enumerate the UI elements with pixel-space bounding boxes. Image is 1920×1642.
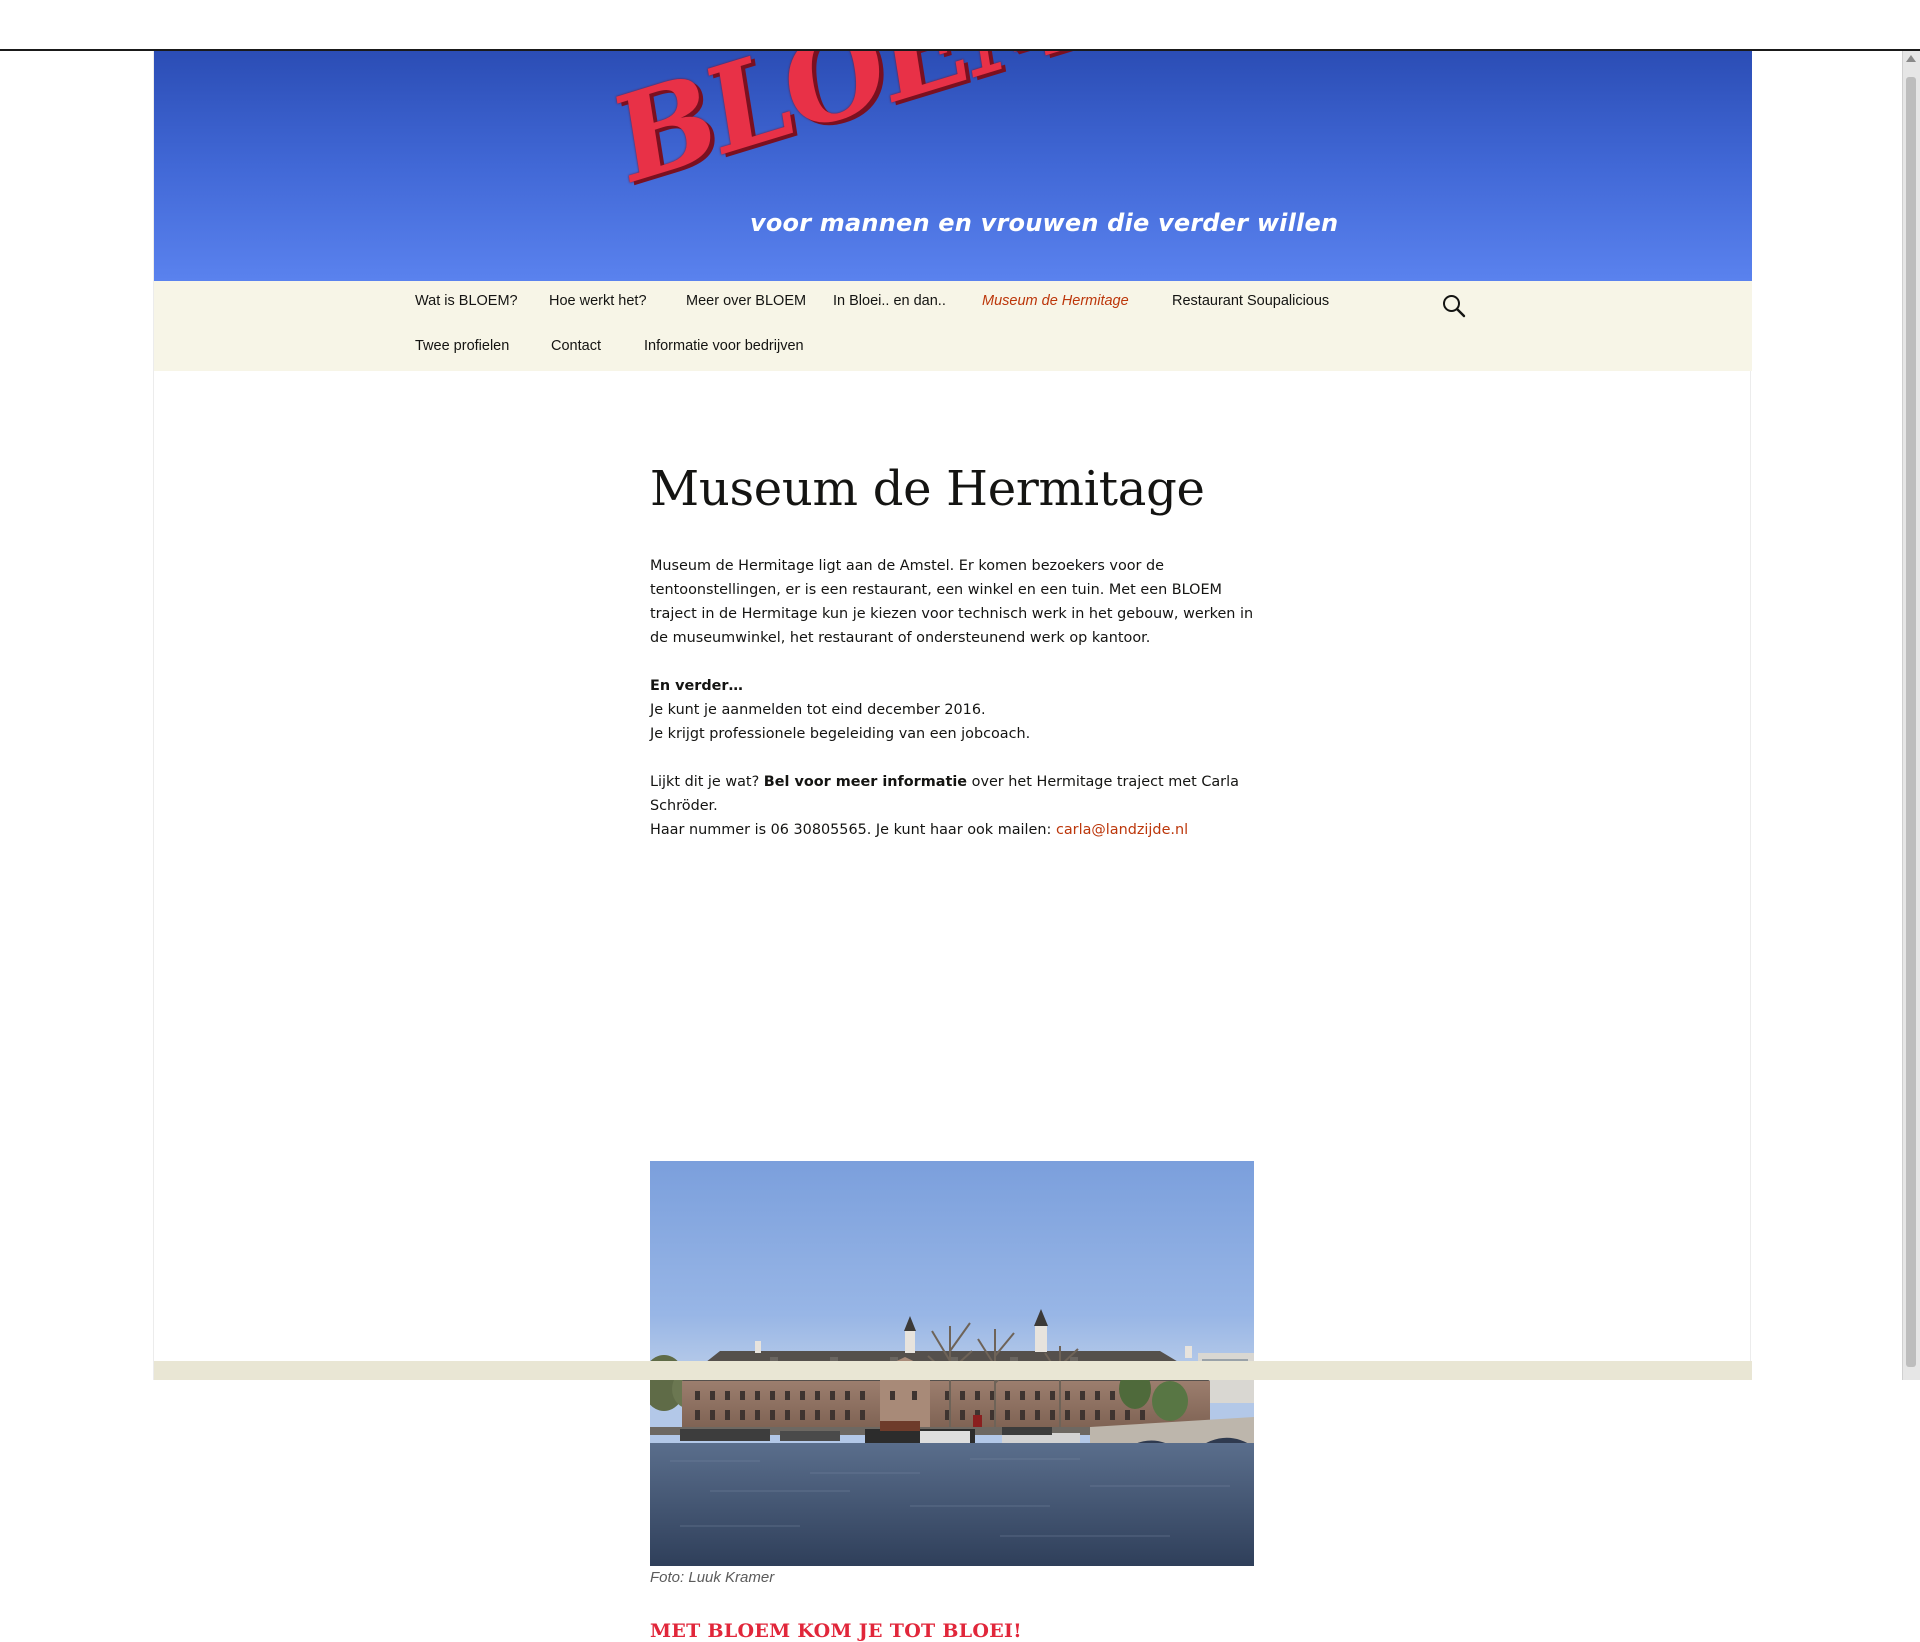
nav-item-contact[interactable]: Contact: [551, 338, 601, 354]
nav-item-meer-over-bloem[interactable]: Meer over BLOEM: [686, 293, 806, 309]
nav-item-hoe-werkt-het[interactable]: Hoe werkt het?: [549, 293, 647, 309]
scrollbar-thumb[interactable]: [1906, 77, 1916, 1367]
intro-paragraph: Museum de Hermitage ligt aan de Amstel. …: [650, 558, 1254, 646]
vertical-scrollbar[interactable]: [1902, 51, 1920, 1380]
page-title: Museum de Hermitage: [650, 461, 1205, 517]
nav-item-museum-de-hermitage[interactable]: Museum de Hermitage: [982, 293, 1129, 309]
contact-paragraph: Lijkt dit je wat? Bel voor meer informat…: [650, 770, 1260, 842]
site-tagline: voor mannen en vrouwen die verder willen: [750, 209, 1339, 237]
nav-item-informatie-voor-bedrijven[interactable]: Informatie voor bedrijven: [644, 338, 804, 354]
site-container: BLOEM! voor mannen en vrouwen die verder…: [153, 51, 1752, 1642]
nav-item-restaurant-soupalicious[interactable]: Restaurant Soupalicious: [1172, 293, 1329, 309]
scroll-up-arrow-icon[interactable]: [1906, 55, 1916, 62]
nav-menu: Wat is BLOEM? Hoe werkt het? Meer over B…: [415, 281, 1425, 371]
photo-caption: Foto: Luuk Kramer: [650, 1569, 775, 1586]
more-heading: En verder…: [650, 678, 743, 694]
contact-bold: Bel voor meer informatie: [763, 774, 968, 790]
slogan: MET BLOEM KOM JE TOT BLOEI!: [650, 1620, 1022, 1642]
site-header[interactable]: BLOEM! voor mannen en vrouwen die verder…: [154, 51, 1752, 281]
main-navigation: Wat is BLOEM? Hoe werkt het? Meer over B…: [154, 281, 1752, 371]
site-footer: [154, 1361, 1752, 1380]
nav-item-wat-is-bloem[interactable]: Wat is BLOEM?: [415, 293, 518, 309]
site-logo[interactable]: BLOEM!: [607, 51, 1139, 212]
search-icon[interactable]: [1441, 293, 1467, 319]
email-link[interactable]: carla@landzijde.nl: [1056, 822, 1188, 838]
more-line-2: Je krijgt professionele begeleiding van …: [650, 726, 1031, 742]
more-info-block: En verder… Je kunt je aanmelden tot eind…: [650, 674, 1260, 746]
nav-item-in-bloei[interactable]: In Bloei.. en dan..: [833, 293, 946, 309]
more-line-1: Je kunt je aanmelden tot eind december 2…: [650, 702, 986, 718]
contact-pre: Lijkt dit je wat?: [650, 774, 764, 790]
nav-item-twee-profielen[interactable]: Twee profielen: [415, 338, 509, 354]
contact-line-2: Haar nummer is 06 30805565. Je kunt haar…: [650, 822, 1056, 838]
